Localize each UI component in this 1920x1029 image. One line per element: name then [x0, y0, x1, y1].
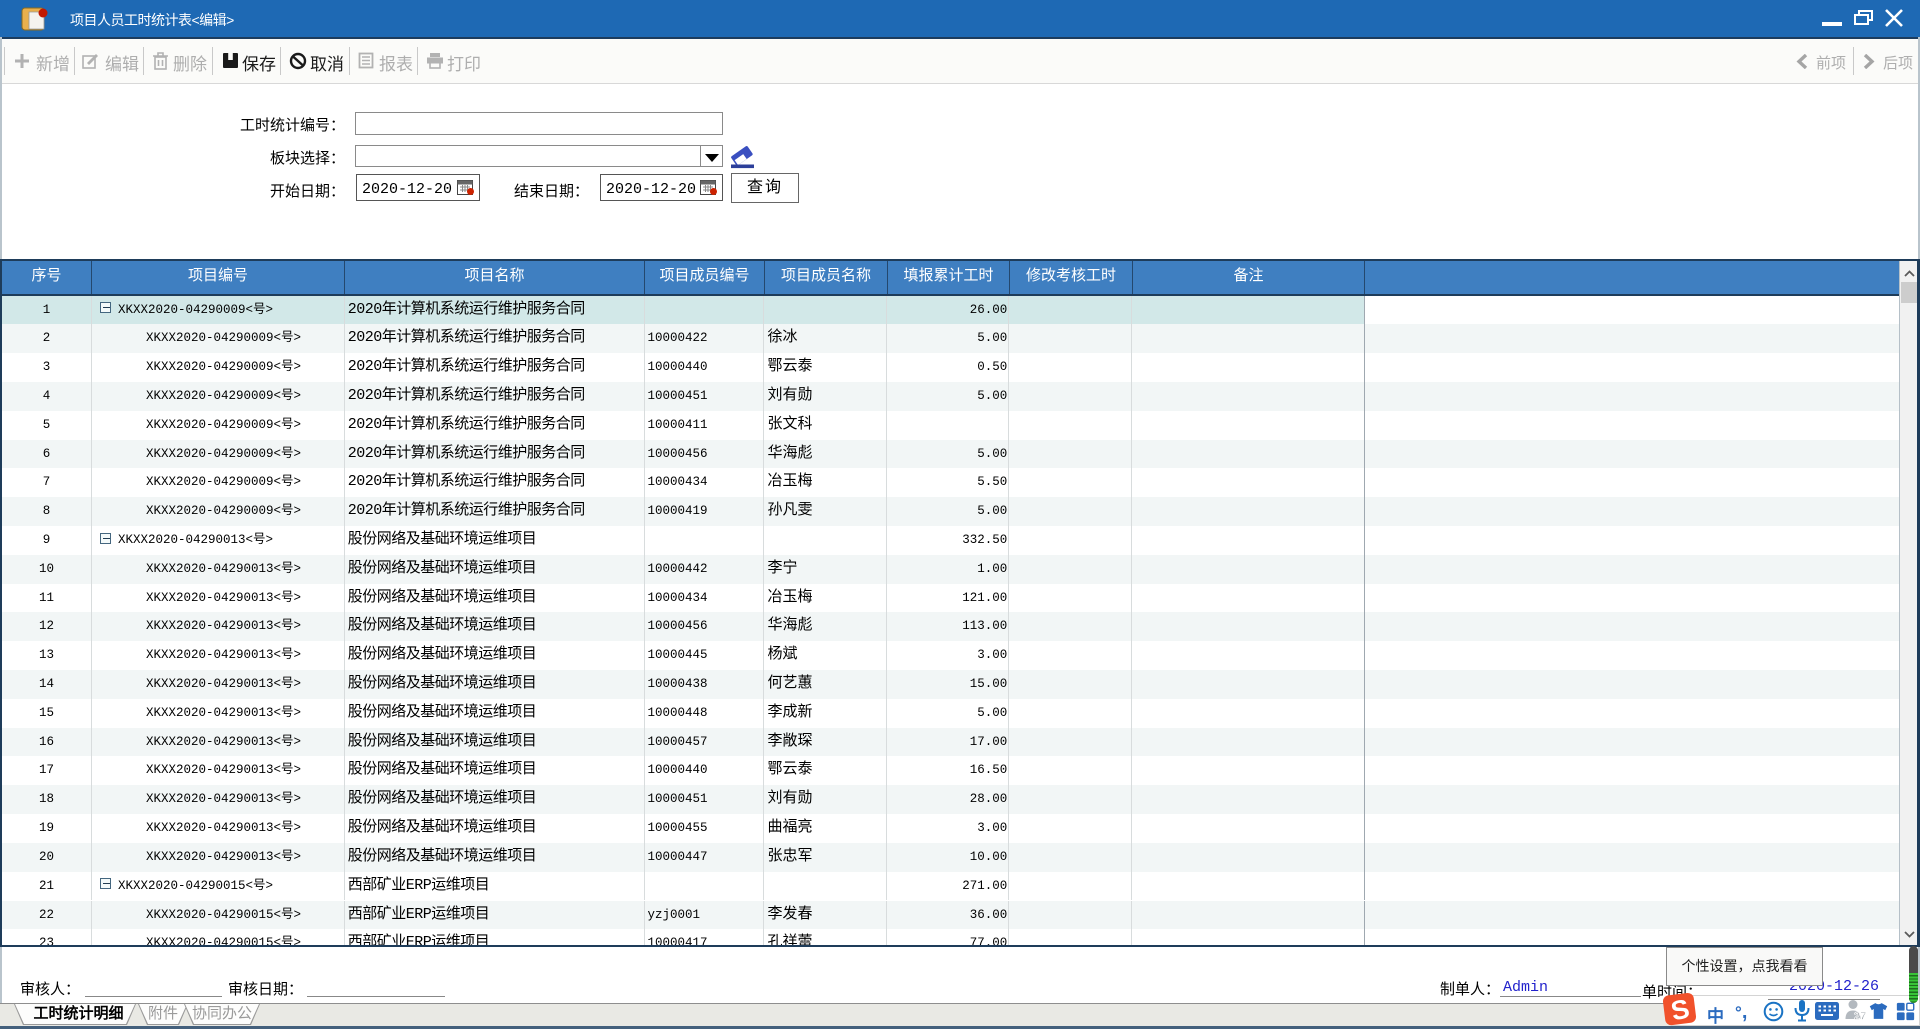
svg-text:27: 27: [1854, 1011, 1866, 1023]
